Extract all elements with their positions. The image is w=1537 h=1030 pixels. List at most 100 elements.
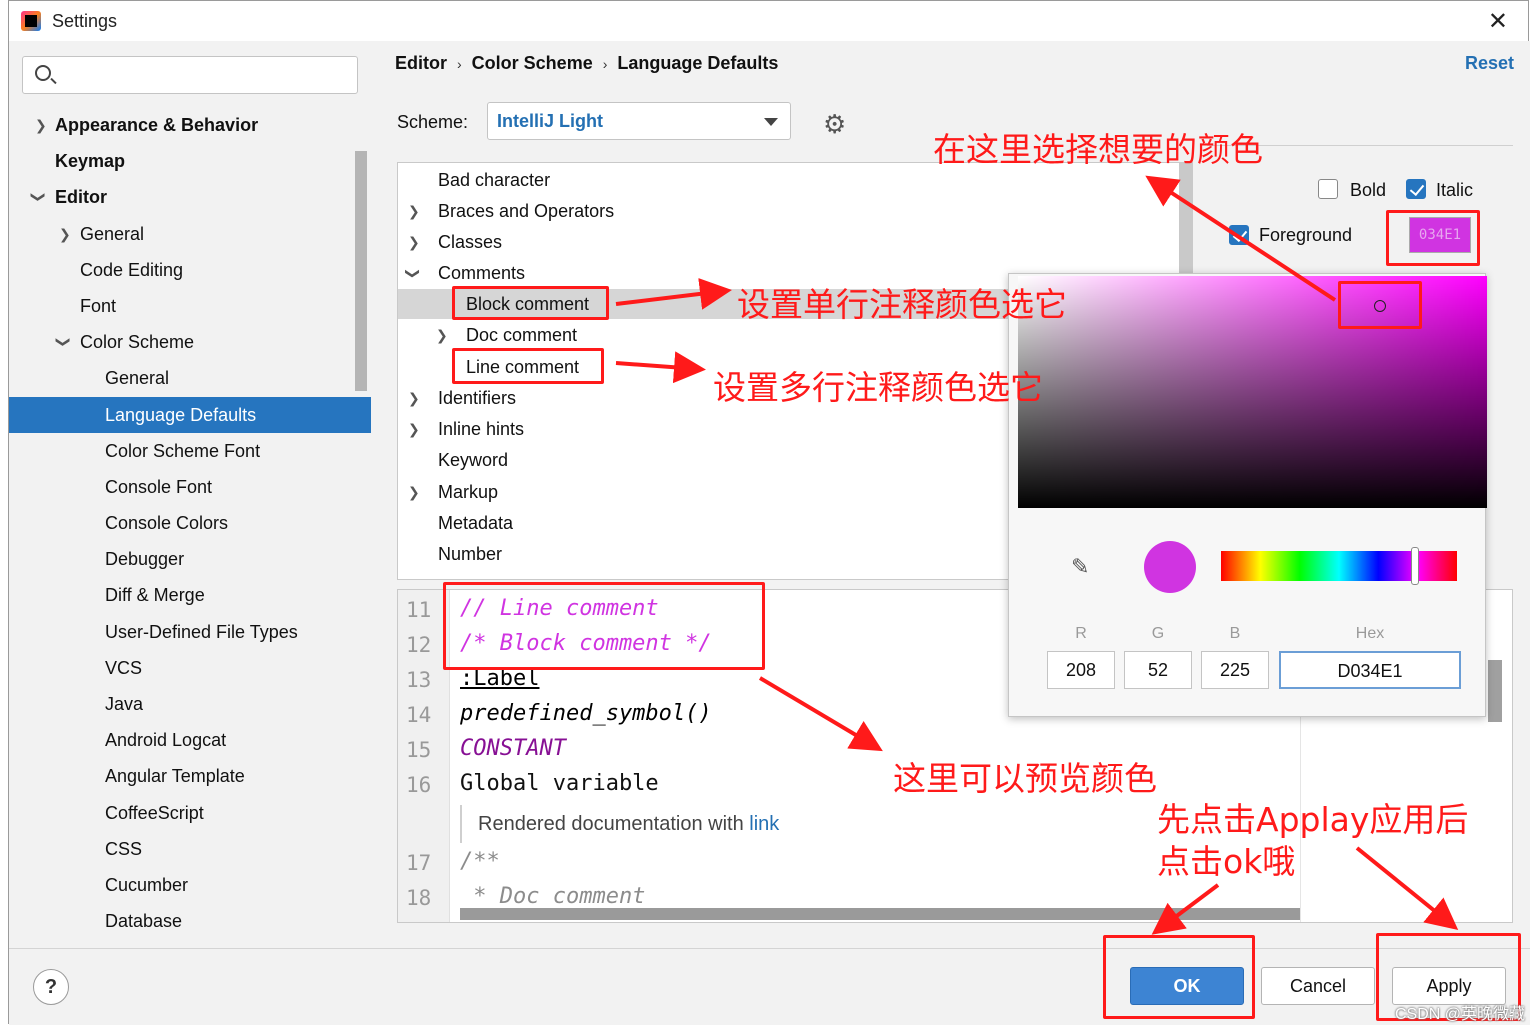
code-doc-comment: * Doc comment — [460, 884, 646, 909]
title-bar: Settings ✕ — [9, 1, 1528, 41]
sidebar-item-angular-template[interactable]: Angular Template — [9, 758, 371, 794]
sidebar-item-language-defaults[interactable]: Language Defaults — [9, 396, 371, 433]
element-keyword[interactable]: Keyword — [438, 445, 508, 475]
sidebar-item-vcs[interactable]: VCS — [9, 650, 371, 686]
sidebar-item-diff-merge[interactable]: Diff & Merge — [9, 577, 371, 613]
annotation-line-hint: 设置多行注释颜色选它 — [713, 368, 1043, 407]
sidebar-item-color-scheme[interactable]: ❯ Color Scheme — [9, 324, 371, 360]
sidebar-item-label: General — [105, 368, 170, 389]
element-metadata[interactable]: Metadata — [438, 508, 513, 538]
element-doc-comment[interactable]: Doc comment — [466, 320, 577, 350]
sidebar-item-editor[interactable]: ❯ Editor — [9, 179, 371, 215]
sidebar-item-label: Angular Template — [105, 766, 245, 787]
close-icon[interactable]: ✕ — [1488, 7, 1508, 36]
sidebar-item-coffeescript[interactable]: CoffeeScript — [9, 795, 371, 831]
chevron-down-icon: ❯ — [30, 191, 47, 204]
sidebar-item-label: Language Defaults — [105, 404, 257, 425]
foreground-checkbox[interactable] — [1229, 225, 1249, 245]
chevron-right-icon[interactable]: ❯ — [408, 421, 420, 438]
chevron-right-icon[interactable]: ❯ — [408, 203, 420, 220]
reset-link[interactable]: Reset — [1465, 53, 1514, 74]
breadcrumb-color-scheme[interactable]: Color Scheme — [472, 53, 593, 73]
blue-input[interactable]: 225 — [1201, 651, 1269, 689]
search-input[interactable] — [22, 56, 358, 94]
line-number: 15 — [406, 738, 432, 762]
hue-slider-thumb[interactable] — [1411, 547, 1419, 585]
annotation-box-preview — [443, 582, 765, 670]
sidebar-item-database[interactable]: Database — [9, 903, 371, 939]
element-tree-scrollbar[interactable] — [1179, 163, 1193, 283]
element-classes[interactable]: Classes — [438, 227, 502, 257]
chevron-right-icon[interactable]: ❯ — [408, 484, 420, 501]
sidebar-item-label: Font — [80, 295, 117, 316]
sidebar-item-label: Keymap — [55, 151, 126, 172]
element-markup[interactable]: Markup — [438, 477, 498, 507]
element-inline-hints[interactable]: Inline hints — [438, 414, 524, 444]
sidebar-item-label: Console Colors — [105, 513, 229, 534]
sidebar-item-label: Java — [105, 694, 144, 714]
search-icon — [35, 65, 51, 81]
chevron-down-icon[interactable]: ❯ — [404, 268, 421, 280]
sidebar-item-css[interactable]: CSS — [9, 831, 371, 867]
sidebar-item-console-font[interactable]: Console Font — [9, 469, 371, 505]
sidebar-item-general[interactable]: ❯ General — [9, 216, 371, 252]
breadcrumb: Editor › Color Scheme › Language Defaults — [395, 53, 778, 74]
bold-checkbox[interactable] — [1318, 179, 1338, 199]
sidebar-item-scheme-general[interactable]: General — [9, 360, 371, 396]
code-constant: CONSTANT — [460, 736, 566, 761]
line-number: 13 — [406, 668, 432, 692]
rendered-doc-link[interactable]: link — [749, 813, 779, 835]
cancel-button[interactable]: Cancel — [1261, 967, 1375, 1005]
chevron-right-icon[interactable]: ❯ — [436, 327, 448, 344]
sidebar-item-label: Console Font — [105, 476, 213, 497]
element-comments[interactable]: Comments — [438, 258, 525, 288]
settings-sidebar: ❯ Appearance & Behavior Keymap ❯ Editor … — [9, 41, 371, 948]
italic-label: Italic — [1436, 180, 1474, 200]
sidebar-item-label: CoffeeScript — [105, 802, 204, 823]
green-input[interactable]: 52 — [1124, 651, 1192, 689]
sidebar-item-debugger[interactable]: Debugger — [9, 541, 371, 577]
italic-checkbox[interactable] — [1406, 179, 1426, 199]
sidebar-item-java[interactable]: Java — [9, 686, 371, 722]
scheme-dropdown[interactable]: IntelliJ Light — [487, 102, 791, 140]
intellij-logo-icon — [21, 11, 41, 31]
annotation-box-ok — [1103, 935, 1255, 1019]
scheme-value: IntelliJ Light — [497, 111, 603, 131]
sidebar-item-android-logcat[interactable]: Android Logcat — [9, 722, 371, 758]
sidebar-scrollbar[interactable] — [355, 151, 367, 391]
sidebar-item-font[interactable]: Font — [9, 288, 371, 324]
sidebar-item-keymap[interactable]: Keymap — [9, 143, 371, 179]
element-number[interactable]: Number — [438, 539, 502, 569]
line-number: 11 — [406, 598, 432, 622]
red-input[interactable]: 208 — [1047, 651, 1115, 689]
sidebar-item-label: Color Scheme — [80, 332, 195, 353]
code-global-variable: Global variable — [460, 771, 659, 796]
sidebar-item-color-scheme-font[interactable]: Color Scheme Font — [9, 433, 371, 469]
help-button[interactable]: ? — [33, 969, 69, 1005]
settings-tree: ❯ Appearance & Behavior Keymap ❯ Editor … — [9, 107, 371, 939]
element-bad-character[interactable]: Bad character — [438, 165, 550, 195]
breadcrumb-editor[interactable]: Editor — [395, 53, 447, 73]
gear-icon[interactable]: ⚙ — [823, 109, 846, 140]
sidebar-item-appearance[interactable]: ❯ Appearance & Behavior — [9, 107, 371, 143]
chevron-right-icon[interactable]: ❯ — [408, 234, 420, 251]
element-identifiers[interactable]: Identifiers — [438, 383, 516, 413]
chevron-right-icon[interactable]: ❯ — [408, 390, 420, 407]
color-preview-swatch — [1144, 541, 1196, 593]
preview-scrollbar[interactable] — [1488, 660, 1502, 722]
sidebar-item-label: Editor — [55, 187, 107, 208]
eyedropper-icon[interactable]: ✎ — [1071, 554, 1089, 580]
hex-label: Hex — [1355, 625, 1385, 642]
preview-horizontal-scrollbar[interactable] — [460, 908, 1300, 920]
window-title: Settings — [52, 11, 118, 31]
sidebar-item-user-defined-file-types[interactable]: User-Defined File Types — [9, 614, 371, 650]
hex-input[interactable]: D034E1 — [1279, 651, 1461, 689]
element-braces-operators[interactable]: Braces and Operators — [438, 196, 614, 226]
sidebar-item-code-editing[interactable]: Code Editing — [9, 252, 371, 288]
sidebar-item-label: Debugger — [105, 549, 185, 570]
annotation-apply-hint-2: 点击ok哦 — [1157, 842, 1296, 881]
hue-slider[interactable] — [1221, 547, 1457, 585]
sidebar-item-console-colors[interactable]: Console Colors — [9, 505, 371, 541]
sidebar-item-cucumber[interactable]: Cucumber — [9, 867, 371, 903]
bold-label: Bold — [1350, 180, 1387, 200]
